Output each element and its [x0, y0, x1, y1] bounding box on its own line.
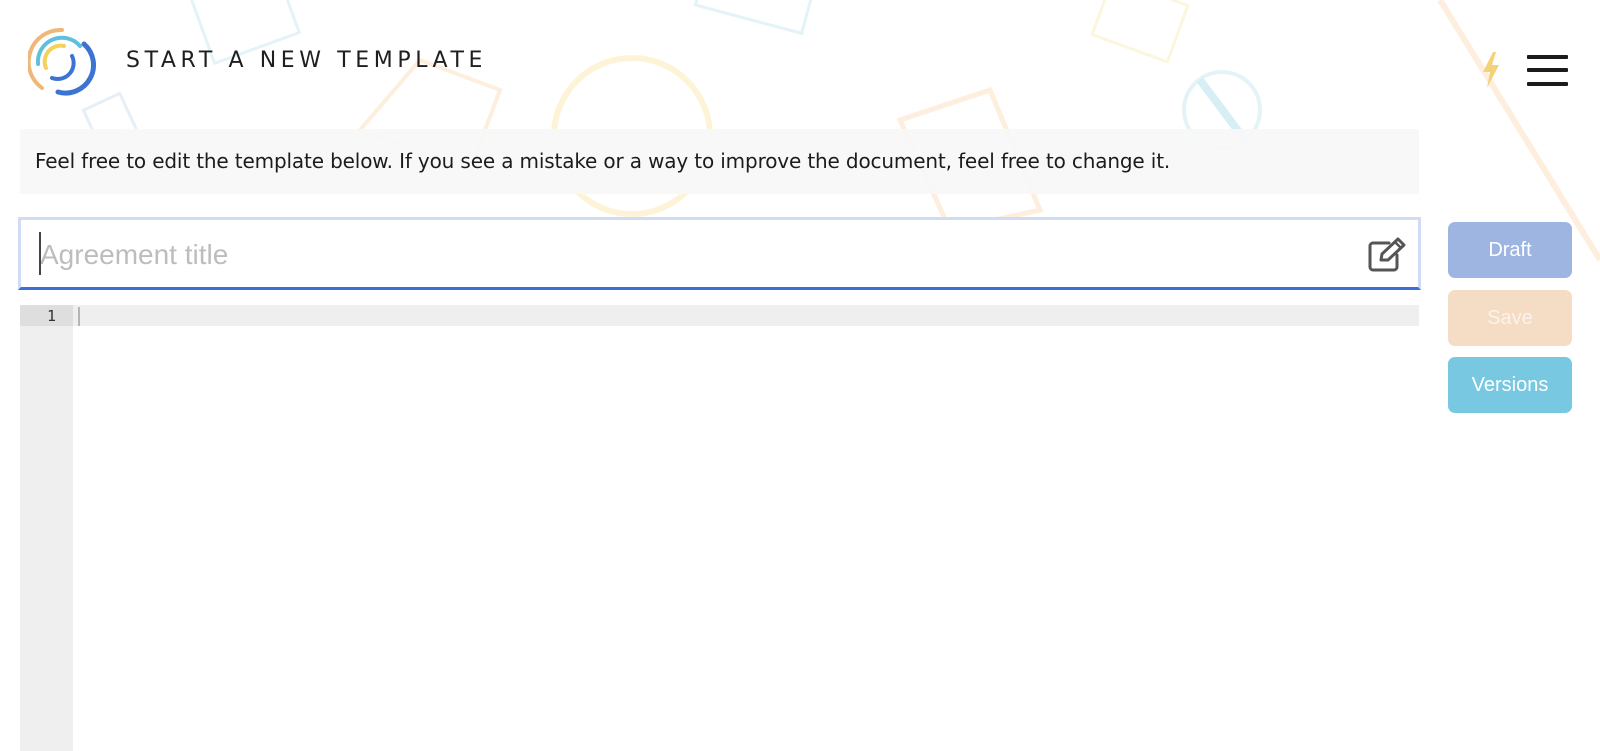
page-title: START A NEW TEMPLATE	[126, 48, 488, 73]
agreement-title-field[interactable]	[18, 217, 1421, 290]
line-number-gutter	[20, 305, 73, 751]
menu-bar	[1527, 82, 1568, 86]
edit-notice: Feel free to edit the template below. If…	[20, 129, 1419, 194]
save-button[interactable]: Save	[1448, 290, 1572, 346]
active-line[interactable]	[73, 305, 1419, 326]
line-number: 1	[46, 307, 56, 325]
text-caret	[39, 232, 41, 275]
agreement-title-input[interactable]	[38, 228, 1322, 282]
hamburger-menu-icon[interactable]	[1527, 52, 1569, 88]
edit-icon[interactable]	[1367, 237, 1407, 273]
lightning-icon[interactable]	[1480, 52, 1502, 88]
ring-logo-icon[interactable]	[28, 28, 96, 96]
editor-caret	[78, 307, 80, 326]
versions-button[interactable]: Versions	[1448, 357, 1572, 413]
code-editor[interactable]: 1	[20, 305, 1419, 751]
menu-bar	[1527, 55, 1568, 59]
draft-button[interactable]: Draft	[1448, 222, 1572, 278]
menu-bar	[1527, 68, 1568, 72]
header: START A NEW TEMPLATE	[0, 0, 1600, 125]
